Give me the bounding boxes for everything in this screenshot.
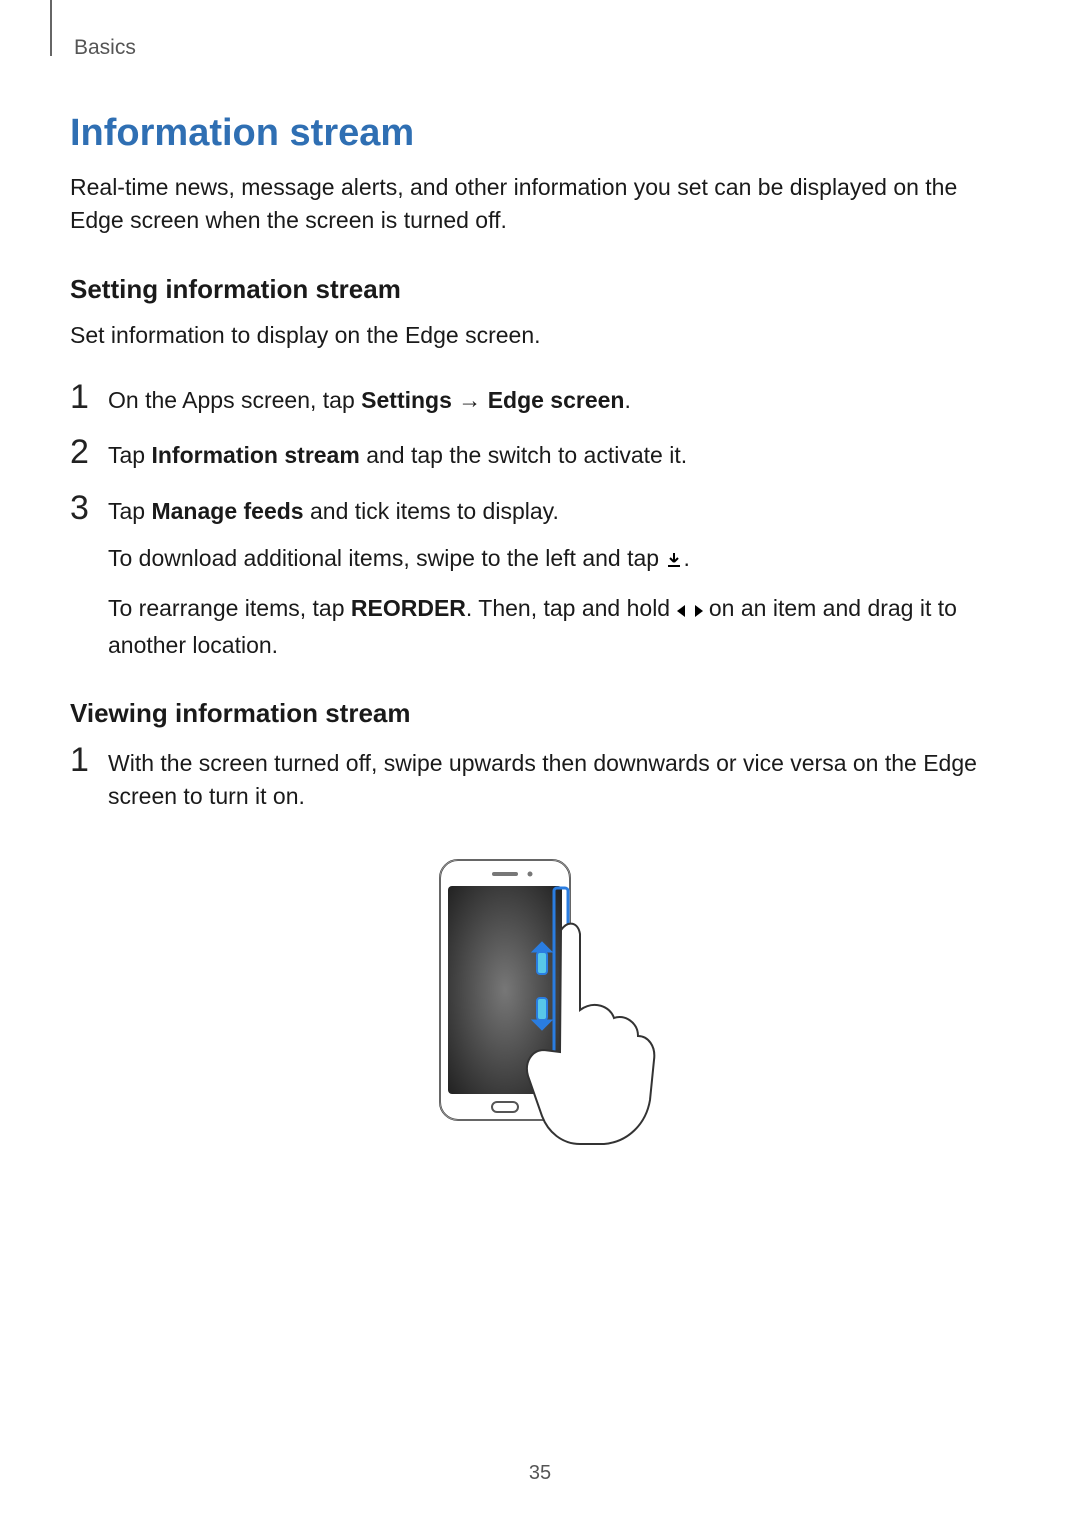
text: . [683,545,689,571]
chapter-label: Basics [74,36,1010,60]
text: → [452,387,488,413]
bold-edge-screen: Edge screen [488,387,625,413]
step3-sub2: To rearrange items, tap REORDER. Then, t… [108,592,1010,662]
text: and tap the switch to activate it. [360,442,687,468]
step-number: 3 [70,491,108,525]
download-icon [665,545,683,578]
step-2: 2 Tap Information stream and tap the swi… [70,435,1010,472]
text: To download additional items, swipe to t… [108,545,665,571]
intro-paragraph: Real-time news, message alerts, and othe… [70,171,1010,238]
text: and tick items to display. [304,498,559,524]
bold-manage-feeds: Manage feeds [151,498,303,524]
section-heading-viewing: Viewing information stream [70,698,1010,729]
section1-lead: Set information to display on the Edge s… [70,319,1010,352]
step-body: With the screen turned off, swipe upward… [108,743,1010,814]
section2-steps: 1 With the screen turned off, swipe upwa… [70,743,1010,814]
step-1: 1 On the Apps screen, tap Settings → Edg… [70,380,1010,417]
bold-settings: Settings [361,387,452,413]
step-number: 1 [70,743,108,777]
section-heading-setting: Setting information stream [70,274,1010,305]
header-rule [24,0,52,56]
bold-reorder: REORDER [351,595,466,621]
page-title: Information stream [70,112,1010,155]
step-3: 3 Tap Manage feeds and tick items to dis… [70,491,1010,662]
step-body: Tap Manage feeds and tick items to displ… [108,491,1010,662]
text: Tap [108,498,151,524]
step-1: 1 With the screen turned off, swipe upwa… [70,743,1010,814]
step-body: Tap Information stream and tap the switc… [108,435,687,472]
page-number: 35 [0,1462,1080,1485]
text: . [624,387,630,413]
text: On the Apps screen, tap [108,387,361,413]
swipe-illustration [70,850,1010,1155]
text: . Then, tap and hold [466,595,677,621]
bold-information-stream: Information stream [151,442,359,468]
step-number: 2 [70,435,108,469]
text: Tap [108,442,151,468]
step-body: On the Apps screen, tap Settings → Edge … [108,380,631,417]
section1-steps: 1 On the Apps screen, tap Settings → Edg… [70,380,1010,662]
reorder-handle-icon [677,595,703,628]
step-number: 1 [70,380,108,414]
text: To rearrange items, tap [108,595,351,621]
step3-sub1: To download additional items, swipe to t… [108,542,1010,578]
